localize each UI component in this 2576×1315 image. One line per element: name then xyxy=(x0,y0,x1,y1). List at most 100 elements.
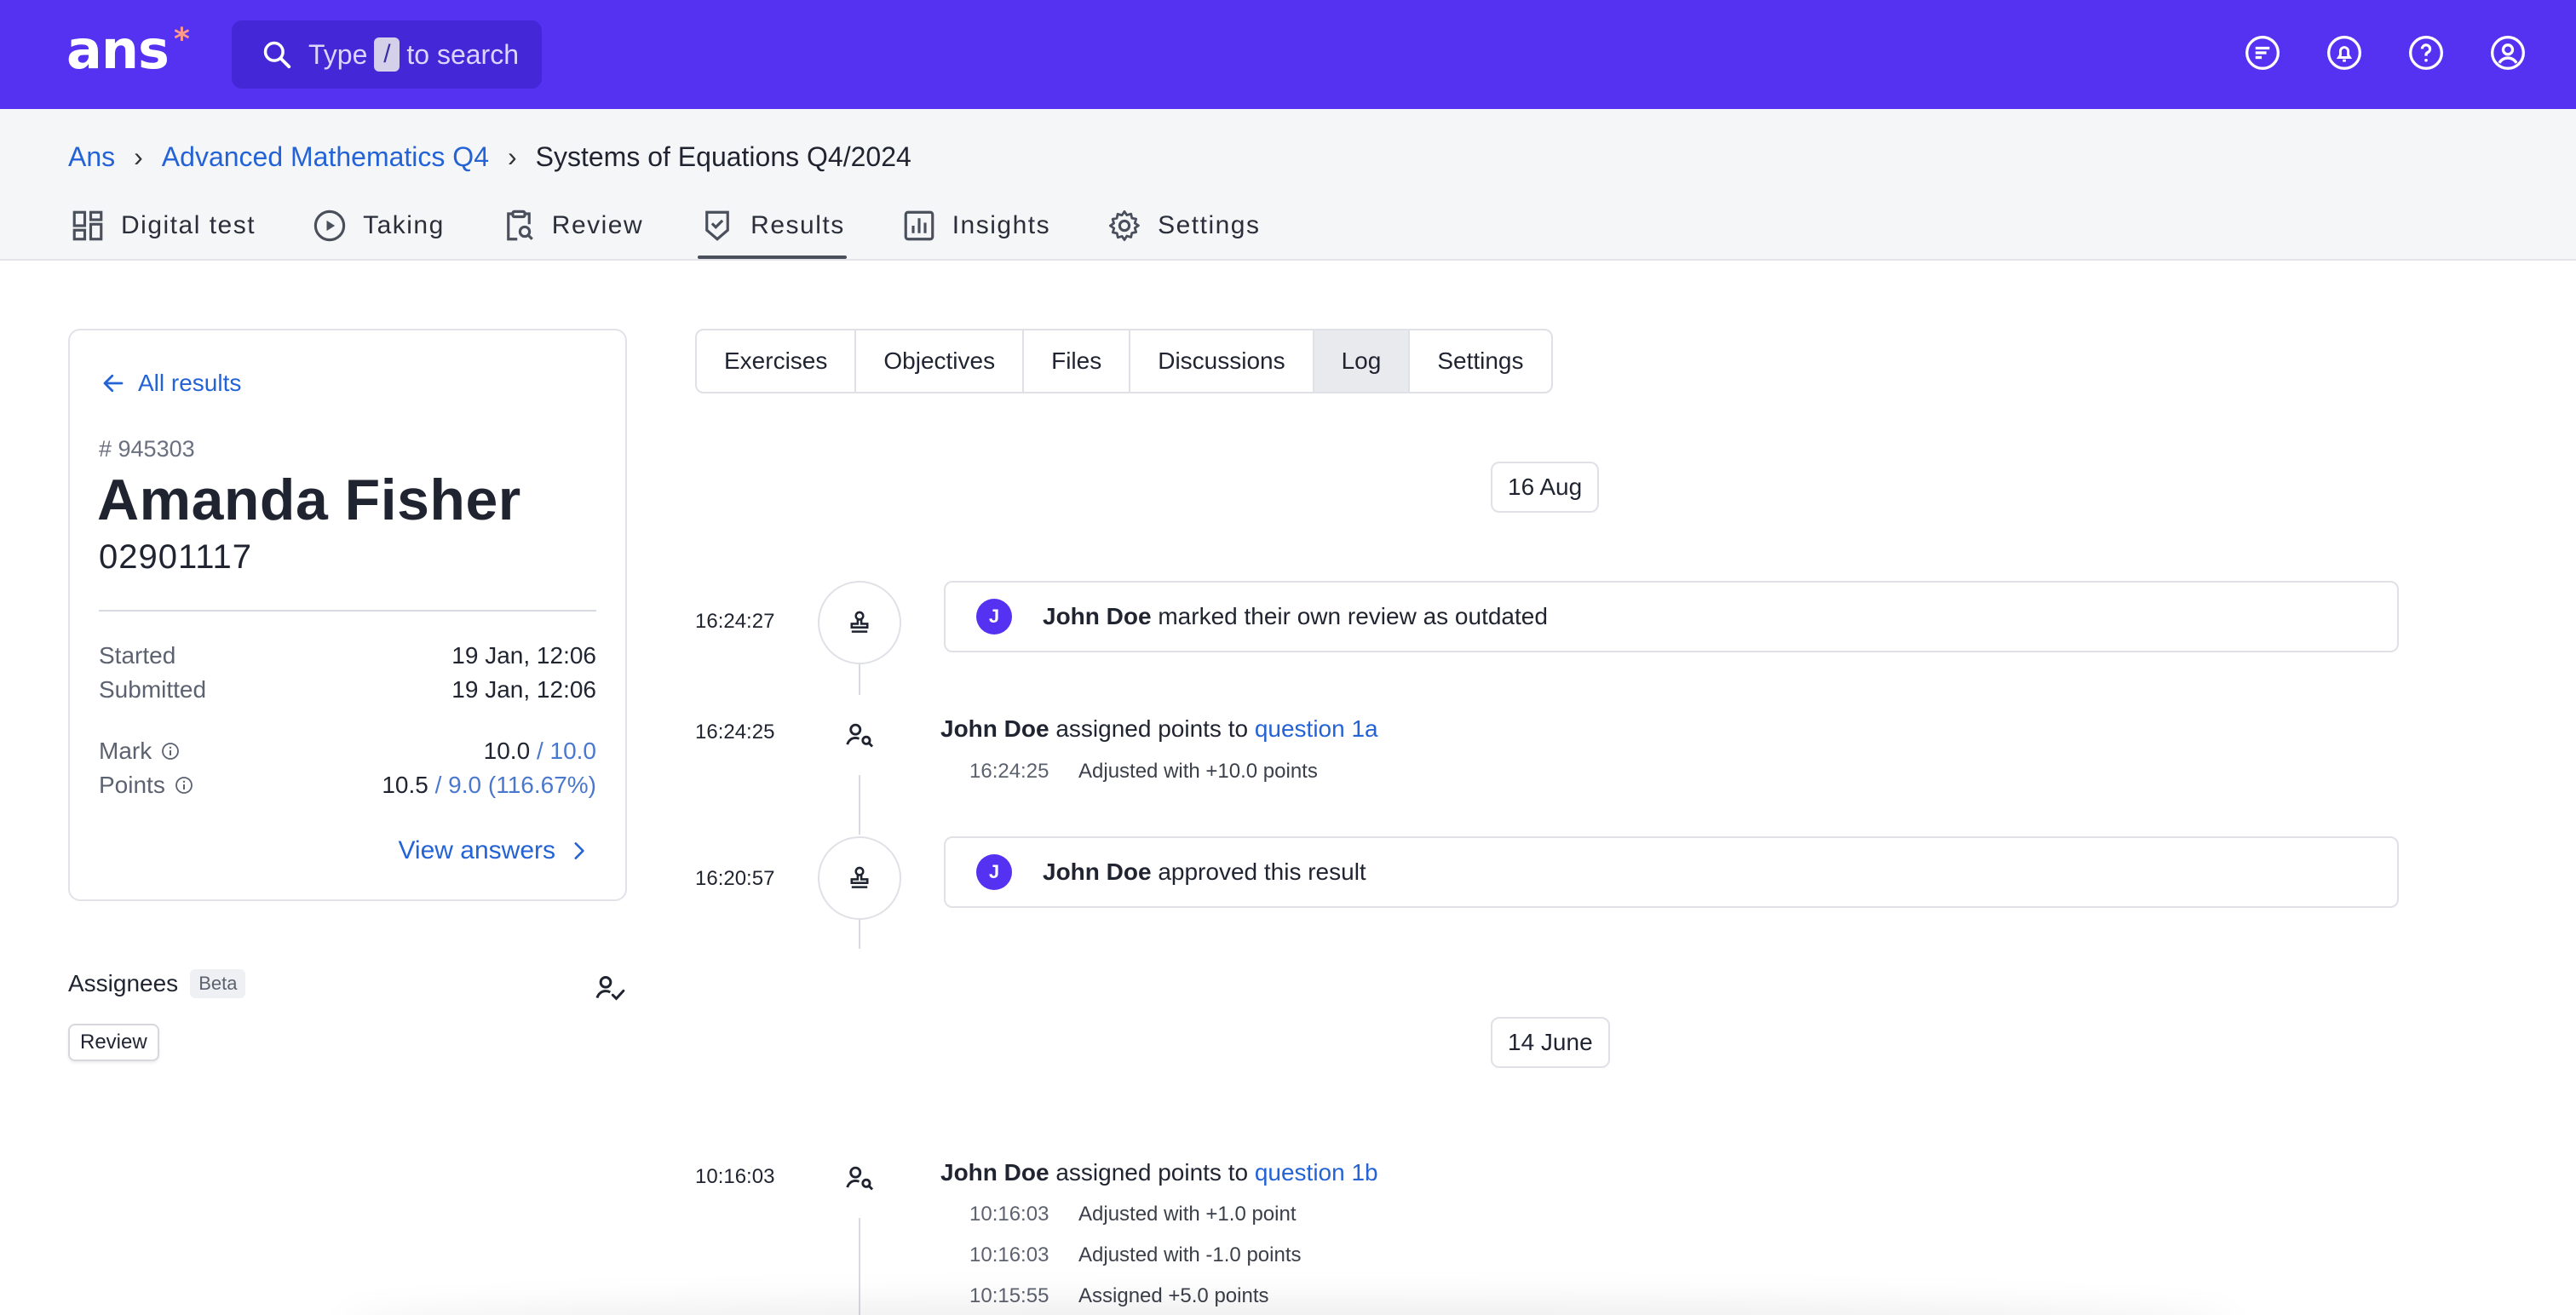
subtab-discussions[interactable]: Discussions xyxy=(1130,330,1314,392)
play-circle-icon xyxy=(313,210,346,242)
mark-value: 10.0 / 10.0 xyxy=(483,738,596,764)
submitted-row: Submitted 19 Jan, 12:06 xyxy=(99,676,596,703)
question-link[interactable]: question 1a xyxy=(1255,715,1378,742)
log-event-card: J John Doe approved this result xyxy=(944,836,2399,908)
breadcrumb-current: Systems of Equations Q4/2024 xyxy=(535,141,911,172)
main-nav-tabs: Digital test Taking Review Results Insig… xyxy=(70,201,1317,261)
subtab-objectives[interactable]: Objectives xyxy=(856,330,1025,392)
review-chip[interactable]: Review xyxy=(68,1024,159,1061)
user-search-icon xyxy=(846,1166,874,1191)
user-search-icon xyxy=(846,723,874,748)
student-number: 02901117 xyxy=(99,538,253,576)
tab-insights[interactable]: Insights xyxy=(901,201,1050,261)
view-answers-link[interactable]: View answers xyxy=(398,836,589,865)
tab-label: Settings xyxy=(1158,211,1261,239)
tab-label: Review xyxy=(551,211,644,239)
tab-results[interactable]: Results xyxy=(698,201,847,261)
shield-check-icon xyxy=(705,210,729,241)
result-summary-card: All results # 945303 Amanda Fisher 02901… xyxy=(68,329,627,901)
tab-settings[interactable]: Settings xyxy=(1107,201,1260,261)
page-header: Ans › Advanced Mathematics Q4 › Systems … xyxy=(0,109,2576,261)
bottom-shadow xyxy=(341,1298,2235,1315)
date-separator: 16 Aug xyxy=(1491,462,1600,513)
bar-chart-icon xyxy=(904,210,934,241)
log-detail: 16:24:25 Adjusted with +10.0 points xyxy=(969,760,1318,783)
mark-label: Mark xyxy=(99,738,181,765)
help-icon[interactable] xyxy=(2407,34,2445,72)
points-value: 10.5 / 9.0 (116.67%) xyxy=(382,772,596,798)
subtab-settings[interactable]: Settings xyxy=(1410,330,1550,392)
app-logo[interactable]: ans * xyxy=(66,19,190,81)
subtab-files[interactable]: Files xyxy=(1024,330,1131,392)
started-value: 19 Jan, 12:06 xyxy=(451,642,596,669)
log-event-marker xyxy=(818,581,901,664)
log-time: 10:16:03 xyxy=(695,1165,775,1188)
avatar: J xyxy=(976,854,1012,890)
account-icon[interactable] xyxy=(2489,34,2527,72)
all-results-link[interactable]: All results xyxy=(101,370,241,397)
info-icon[interactable] xyxy=(174,775,194,795)
top-bar: ans * Type / to search xyxy=(0,0,2576,109)
chevron-right-icon xyxy=(574,842,584,859)
log-event-marker xyxy=(818,836,901,920)
student-name: Amanda Fisher xyxy=(97,468,521,532)
log-event-card: J John Doe marked their own review as ou… xyxy=(944,581,2399,652)
timeline-line xyxy=(859,920,860,949)
all-results-label: All results xyxy=(138,370,242,396)
tab-label: Digital test xyxy=(121,211,256,239)
gear-icon xyxy=(1109,210,1140,242)
avatar: J xyxy=(976,599,1012,635)
result-sub-tabs: Exercises Objectives Files Discussions L… xyxy=(695,329,1553,393)
tab-review[interactable]: Review xyxy=(501,201,643,261)
breadcrumb-root[interactable]: Ans xyxy=(68,141,115,173)
assignees-section: Assignees Beta xyxy=(68,969,246,998)
divider xyxy=(99,610,596,612)
log-time: 16:24:25 xyxy=(695,721,775,744)
mark-row: Mark 10.0 / 10.0 xyxy=(99,738,596,765)
arrow-left-icon xyxy=(103,374,124,393)
log-detail: 10:16:03 Adjusted with +1.0 point xyxy=(969,1203,1297,1226)
tab-label: Insights xyxy=(952,211,1051,239)
subtab-exercises[interactable]: Exercises xyxy=(697,330,857,392)
feed-icon[interactable] xyxy=(2244,34,2281,72)
points-label: Points xyxy=(99,772,194,799)
breadcrumb: Ans › Advanced Mathematics Q4 › Systems … xyxy=(68,141,911,173)
log-event-text: John Doe assigned points to question 1a xyxy=(940,715,1378,742)
chevron-right-icon: › xyxy=(507,141,517,172)
date-separator: 14 June xyxy=(1491,1017,1610,1068)
tab-label: Taking xyxy=(363,211,445,239)
log-detail: 10:16:03 Adjusted with -1.0 points xyxy=(969,1243,1302,1266)
chevron-right-icon: › xyxy=(134,141,143,172)
result-id: # 945303 xyxy=(99,436,195,462)
log-time: 16:20:57 xyxy=(695,867,775,890)
timeline-line xyxy=(859,775,860,835)
started-row: Started 19 Jan, 12:06 xyxy=(99,642,596,669)
search-box[interactable]: Type / to search xyxy=(232,20,542,89)
subtab-log[interactable]: Log xyxy=(1314,330,1411,392)
stamp-icon xyxy=(850,866,869,888)
log-event-text: John Doe approved this result xyxy=(1043,858,1366,885)
submitted-value: 19 Jan, 12:06 xyxy=(451,676,596,703)
search-prefix: Type xyxy=(308,38,368,70)
search-icon xyxy=(263,41,291,69)
points-row: Points 10.5 / 9.0 (116.67%) xyxy=(99,772,596,799)
clipboard-search-icon xyxy=(506,210,533,241)
log-time: 16:24:27 xyxy=(695,610,775,633)
submitted-label: Submitted xyxy=(99,676,207,703)
started-label: Started xyxy=(99,642,176,669)
bell-icon[interactable] xyxy=(2326,34,2363,72)
dashboard-icon xyxy=(72,210,103,241)
assign-user-icon[interactable] xyxy=(593,971,627,1005)
tab-digital-test[interactable]: Digital test xyxy=(70,201,256,261)
breadcrumb-course[interactable]: Advanced Mathematics Q4 xyxy=(162,141,489,173)
question-link[interactable]: question 1b xyxy=(1255,1159,1378,1186)
info-icon[interactable] xyxy=(160,741,181,761)
search-suffix: to search xyxy=(406,38,519,70)
view-answers-label: View answers xyxy=(398,836,555,864)
timeline-line xyxy=(859,664,860,695)
stamp-icon xyxy=(850,611,869,633)
beta-badge: Beta xyxy=(190,969,246,998)
search-shortcut-key: / xyxy=(374,37,400,72)
tab-taking[interactable]: Taking xyxy=(312,201,445,261)
assignees-label: Assignees xyxy=(68,970,179,996)
